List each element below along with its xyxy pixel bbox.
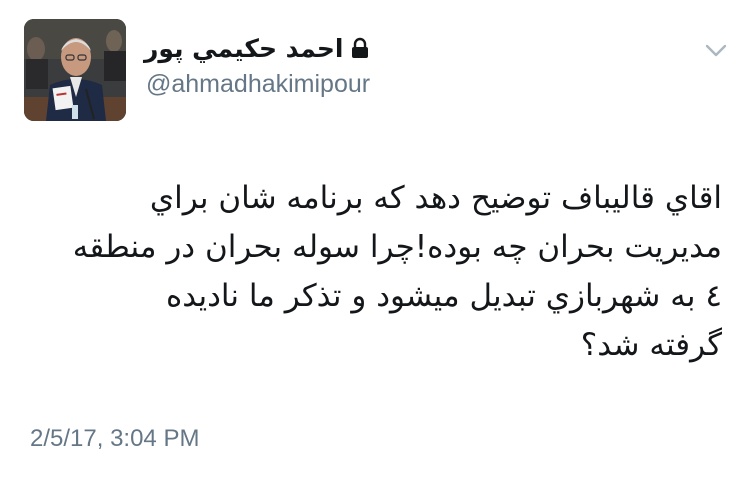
tweet-card: احمد حكيمي پور @ahmadhakimipour اقاي قال…: [0, 0, 748, 488]
tweet-text-line: مديريت بحران چه بوده!چرا سوله بحران در م…: [72, 229, 722, 265]
avatar[interactable]: [24, 19, 126, 121]
avatar-photo-icon: [24, 19, 126, 121]
lock-icon: [351, 37, 369, 59]
tweet-text-line: ٤ به شهربازي تبديل ميشود و تذكر ما ناديد…: [165, 278, 722, 314]
chevron-down-icon: [705, 44, 727, 57]
tweet-text-line: گرفته شد؟: [580, 327, 722, 363]
author-name-row: احمد حكيمي پور: [144, 30, 369, 66]
more-options-button[interactable]: [700, 38, 732, 64]
tweet-timestamp[interactable]: 2/5/17, 3:04 PM: [30, 425, 199, 453]
tweet-text-line: اقاي قاليباف توضيح دهد كه برنامه شان برا…: [149, 180, 722, 216]
tweet-text: اقاي قاليباف توضيح دهد كه برنامه شان برا…: [28, 174, 722, 370]
author-handle[interactable]: @ahmadhakimipour: [146, 70, 370, 99]
display-name[interactable]: احمد حكيمي پور: [144, 34, 343, 63]
